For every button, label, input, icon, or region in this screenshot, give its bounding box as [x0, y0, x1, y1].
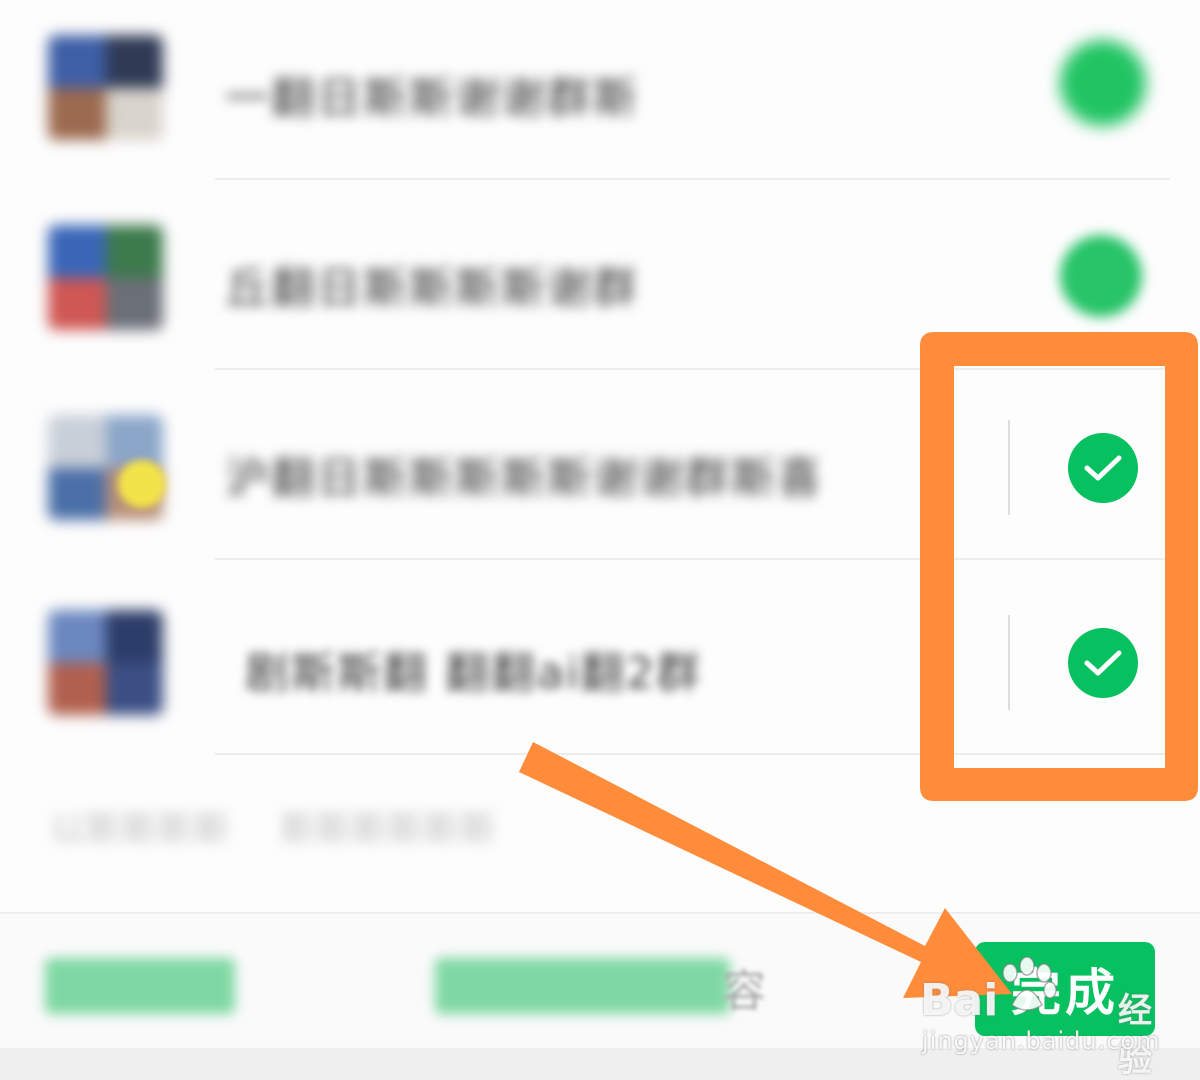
- avatar: [48, 610, 163, 715]
- chat-name: 剧斯斯翻 翻翻ai翻2群: [245, 648, 703, 699]
- unread-badge: [118, 460, 166, 508]
- avatar: [48, 225, 163, 330]
- bottom-action-label: 容: [722, 966, 766, 1017]
- highlight-box-annotation: [920, 332, 1198, 801]
- more-options-link[interactable]: 斯斯斯斯斯斯: [280, 800, 496, 852]
- more-options-link[interactable]: 以斯斯斯斯: [50, 800, 230, 852]
- selected-check-button[interactable]: [1060, 40, 1146, 126]
- chat-name: 丘翻日斯斯斯斯谢群: [225, 263, 639, 314]
- chat-row[interactable]: 一翻日斯斯谢谢群斯: [0, 0, 1170, 180]
- chat-name: 沪翻日斯斯斯斯斯谢谢群斯喜: [225, 453, 823, 504]
- chat-name: 一翻日斯斯谢谢群斯: [225, 73, 639, 124]
- selected-check-button[interactable]: [1060, 235, 1142, 317]
- chat-select-screen: 一翻日斯斯谢谢群斯 丘翻日斯斯斯斯谢群 沪翻日斯斯斯斯斯谢谢群斯喜 剧斯斯翻 翻…: [0, 0, 1200, 1080]
- bottom-action-button[interactable]: [435, 958, 730, 1014]
- bottom-action-button[interactable]: [45, 958, 235, 1014]
- avatar: [48, 35, 163, 140]
- nav-strip: [0, 1048, 1200, 1080]
- divider: [0, 912, 1200, 914]
- done-button[interactable]: 完成: [975, 942, 1155, 1036]
